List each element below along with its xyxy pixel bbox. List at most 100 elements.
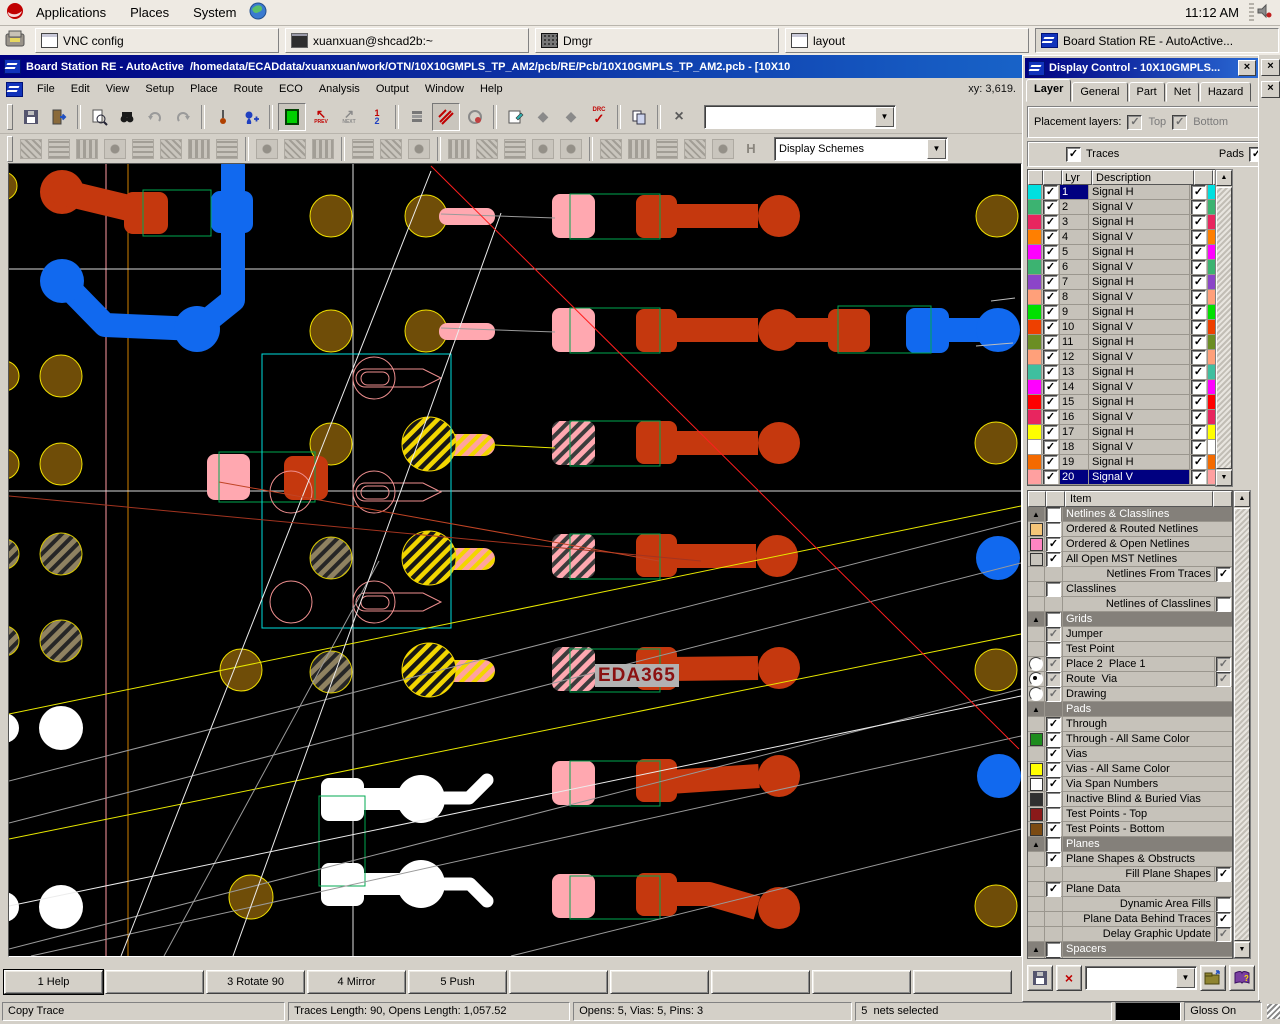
item-checkbox[interactable]: ✓ <box>1046 687 1061 702</box>
layer-checkbox[interactable]: ✓ <box>1043 350 1058 365</box>
item-row[interactable]: Test Points - Top <box>1028 807 1232 822</box>
item-row[interactable]: ✓Plane Data <box>1028 882 1232 897</box>
layer-checkbox-right[interactable]: ✓ <box>1191 365 1206 380</box>
layer-checkbox-right[interactable]: ✓ <box>1191 275 1206 290</box>
item-checkbox-right[interactable]: ✓ <box>1216 567 1231 582</box>
collapse-icon[interactable]: ▲ <box>1032 945 1040 954</box>
zoom-page-button[interactable] <box>86 104 112 130</box>
item-checkbox[interactable]: ✓ <box>1046 852 1061 867</box>
collapse-icon[interactable]: ▲ <box>1032 840 1040 849</box>
item-checkbox[interactable]: ✓ <box>1046 747 1061 762</box>
layer-checkbox[interactable]: ✓ <box>1043 200 1058 215</box>
edit-sheet-button[interactable] <box>502 104 528 130</box>
scroll-up-icon[interactable]: ▲ <box>1216 170 1232 186</box>
layer-checkbox[interactable]: ✓ <box>1043 380 1058 395</box>
fkey-button[interactable]: 1 Help <box>4 970 103 994</box>
globe-icon[interactable] <box>248 1 268 24</box>
item-checkbox[interactable]: ✓ <box>1046 822 1061 837</box>
route-icon-24[interactable] <box>710 136 736 162</box>
layer-checkbox-right[interactable]: ✓ <box>1191 395 1206 410</box>
save-scheme-button[interactable] <box>1027 965 1053 991</box>
task-button[interactable]: Dmgr <box>535 28 779 53</box>
layer-checkbox-right[interactable]: ✓ <box>1191 245 1206 260</box>
item-row[interactable]: Plane Data Behind Traces✓ <box>1028 912 1232 927</box>
layer-row[interactable]: ✓8Signal V✓ <box>1028 290 1214 305</box>
tab-layer[interactable]: Layer <box>1026 79 1071 102</box>
layer-row[interactable]: ✓18Signal V✓ <box>1028 440 1214 455</box>
item-checkbox[interactable] <box>1046 522 1061 537</box>
fkey-button[interactable]: 3 Rotate 90 <box>206 970 305 994</box>
display-control-titlebar[interactable]: Display Control - 10X10GMPLS... × <box>1025 58 1258 78</box>
item-checkbox[interactable]: ✓ <box>1046 762 1061 777</box>
layer-checkbox[interactable]: ✓ <box>1043 260 1058 275</box>
fkey-button[interactable] <box>711 970 810 994</box>
item-checkbox[interactable]: ✓ <box>1046 537 1061 552</box>
item-checkbox-right[interactable]: ✓ <box>1216 672 1231 687</box>
collapse-icon[interactable]: ▲ <box>1032 615 1040 624</box>
combo-dropdown-icon[interactable]: ▼ <box>1176 968 1195 988</box>
copy-button[interactable] <box>626 104 652 130</box>
add-pin-button[interactable] <box>238 104 264 130</box>
item-checkbox[interactable]: ✓ <box>1046 672 1061 687</box>
menu-route[interactable]: Route <box>227 81 270 97</box>
layer-row[interactable]: ✓13Signal H✓ <box>1028 365 1214 380</box>
layer-row[interactable]: ✓4Signal V✓ <box>1028 230 1214 245</box>
route-icon-14[interactable] <box>406 136 432 162</box>
route-icon-17[interactable] <box>502 136 528 162</box>
layer-checkbox-right[interactable]: ✓ <box>1191 200 1206 215</box>
clock[interactable]: 11:12 AM <box>1177 5 1247 20</box>
fkey-button[interactable] <box>105 970 204 994</box>
menu-analysis[interactable]: Analysis <box>312 81 367 97</box>
layer-row[interactable]: ✓20Signal V✓ <box>1028 470 1214 485</box>
layer-checkbox[interactable]: ✓ <box>1043 290 1058 305</box>
layer-row[interactable]: ✓3Signal H✓ <box>1028 215 1214 230</box>
layer-checkbox[interactable]: ✓ <box>1043 365 1058 380</box>
trace-combo[interactable]: ▼ <box>704 105 896 129</box>
probe-button[interactable] <box>210 104 236 130</box>
item-row[interactable]: ✓Ordered & Open Netlines <box>1028 537 1232 552</box>
route-icon-21[interactable] <box>626 136 652 162</box>
open-folder-button[interactable] <box>1200 965 1226 991</box>
close-child-icon[interactable]: × <box>1261 81 1280 98</box>
collapse-icon[interactable]: ▲ <box>1032 705 1040 714</box>
menu-system[interactable]: System <box>181 0 248 25</box>
layer-checkbox[interactable]: ✓ <box>1043 275 1058 290</box>
redo-icon[interactable] <box>170 104 196 130</box>
task-button[interactable]: Board Station RE - AutoActive... <box>1035 28 1279 53</box>
route-icon-6[interactable] <box>158 136 184 162</box>
route-icon-12[interactable] <box>350 136 376 162</box>
item-row[interactable]: Classlines <box>1028 582 1232 597</box>
diamond-b-icon[interactable]: ◆ <box>558 104 584 130</box>
menu-view[interactable]: View <box>99 81 137 97</box>
route-icon-13[interactable] <box>378 136 404 162</box>
layer-checkbox-right[interactable]: ✓ <box>1191 470 1206 485</box>
layer-checkbox-right[interactable]: ✓ <box>1191 410 1206 425</box>
close-icon[interactable]: × <box>1261 59 1280 76</box>
item-row[interactable]: Inactive Blind & Buried Vias <box>1028 792 1232 807</box>
item-checkbox[interactable]: ✓ <box>1046 657 1061 672</box>
item-checkbox[interactable]: ✓ <box>1046 627 1061 642</box>
layer-checkbox-right[interactable]: ✓ <box>1191 290 1206 305</box>
unlock-icon[interactable] <box>558 136 584 162</box>
layer-checkbox-right[interactable]: ✓ <box>1191 305 1206 320</box>
mdi-child-icon[interactable] <box>6 82 23 97</box>
route-icon-1[interactable] <box>18 136 44 162</box>
item-checkbox-right[interactable]: ✓ <box>1216 912 1231 927</box>
item-checkbox[interactable] <box>1046 642 1061 657</box>
item-row[interactable]: ✓Test Points - Bottom <box>1028 822 1232 837</box>
exit-button[interactable] <box>46 104 72 130</box>
route-icon-20[interactable] <box>598 136 624 162</box>
fkey-button[interactable] <box>812 970 911 994</box>
layer-checkbox[interactable]: ✓ <box>1043 410 1058 425</box>
fkey-button[interactable] <box>610 970 709 994</box>
layer-row[interactable]: ✓5Signal H✓ <box>1028 245 1214 260</box>
window-titlebar[interactable]: Board Station RE - AutoActive /homedata/… <box>0 55 1026 78</box>
placement-bottom-checkbox[interactable]: ✓ <box>1172 115 1187 130</box>
combo-dropdown-icon[interactable]: ▼ <box>927 139 946 159</box>
layer-table-scrollbar[interactable]: ▲ ▼ <box>1215 169 1233 487</box>
layer-checkbox-right[interactable]: ✓ <box>1191 350 1206 365</box>
item-row[interactable]: ▲✓Netlines & Classlines <box>1028 507 1232 522</box>
item-row[interactable]: ✓Vias <box>1028 747 1232 762</box>
route-icon-16[interactable] <box>474 136 500 162</box>
item-checkbox[interactable]: ✓ <box>1046 732 1061 747</box>
